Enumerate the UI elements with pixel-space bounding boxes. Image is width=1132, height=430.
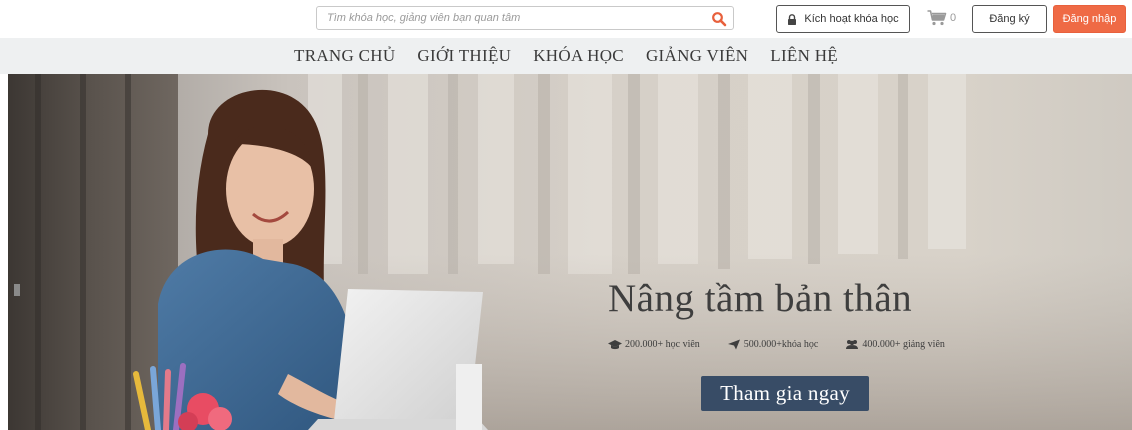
join-now-button[interactable]: Tham gia ngay: [701, 376, 869, 411]
activate-course-button[interactable]: Kích hoạt khóa học: [776, 5, 910, 33]
paper-plane-icon: [727, 339, 740, 350]
nav-item-contact[interactable]: LIÊN HỆ: [770, 46, 838, 66]
hero-background-image: [8, 74, 1132, 430]
login-label: Đăng nhập: [1062, 13, 1117, 25]
join-now-label: Tham gia ngay: [720, 381, 850, 405]
stat-courses: 500.000+khóa học: [727, 339, 819, 350]
nav-item-about[interactable]: GIỚI THIỆU: [417, 46, 511, 66]
search-input[interactable]: [317, 7, 707, 29]
main-nav: TRANG CHỦ GIỚI THIỆU KHÓA HỌC GIẢNG VIÊN…: [0, 38, 1132, 74]
cart-button[interactable]: 0: [927, 9, 956, 27]
login-button[interactable]: Đăng nhập: [1053, 5, 1126, 33]
users-icon: [846, 340, 859, 349]
search-box: [316, 6, 734, 30]
scroll-marker: [14, 284, 20, 296]
nav-item-instructors[interactable]: GIẢNG VIÊN: [646, 46, 748, 66]
activate-course-label: Kích hoạt khóa học: [804, 13, 899, 25]
cart-icon: [927, 10, 947, 26]
stat-students: 200.000+ học viên: [608, 339, 700, 350]
lock-icon: [788, 13, 797, 25]
hero-banner: [8, 74, 1132, 430]
stat-courses-text: 500.000+khóa học: [743, 339, 819, 350]
search-icon[interactable]: [711, 11, 727, 27]
graduation-cap-icon: [608, 340, 622, 350]
stat-instructors: 400.000+ giảng viên: [845, 339, 945, 350]
stat-students-text: 200.000+ học viên: [625, 339, 700, 350]
nav-item-home[interactable]: TRANG CHỦ: [294, 46, 395, 66]
stat-instructors-text: 400.000+ giảng viên: [862, 339, 945, 350]
register-button[interactable]: Đăng ký: [972, 5, 1047, 33]
cart-count: 0: [950, 12, 957, 24]
nav-item-courses[interactable]: KHÓA HỌC: [533, 46, 624, 66]
top-bar: Kích hoạt khóa học 0 Đăng ký Đăng nhập: [0, 0, 1132, 38]
hero-stats: 200.000+ học viên 500.000+khóa học 400.0…: [608, 339, 945, 350]
hero-title: Nâng tầm bản thân: [608, 277, 913, 320]
register-label: Đăng ký: [989, 13, 1030, 25]
